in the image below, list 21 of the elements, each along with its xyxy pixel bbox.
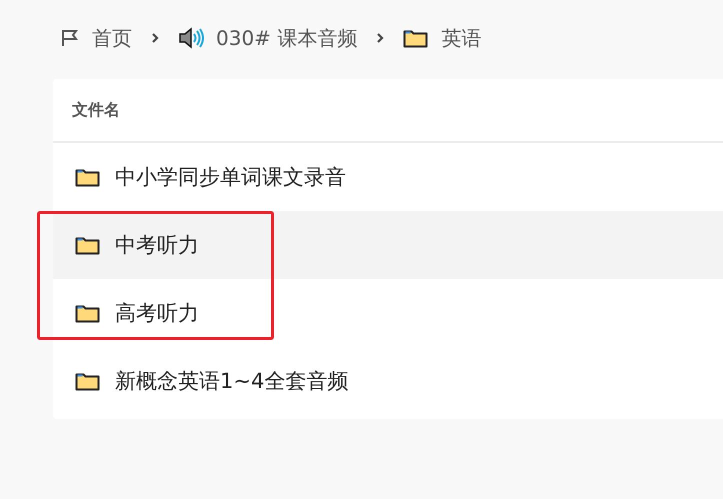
file-row[interactable]: 中考听力: [53, 211, 723, 279]
breadcrumb-link[interactable]: 首页: [92, 24, 132, 52]
folder-icon: [75, 167, 101, 187]
folder-icon: [75, 303, 101, 323]
speaker-icon: [178, 27, 204, 49]
file-name: 中考听力: [115, 232, 199, 259]
folder-icon: [403, 28, 430, 48]
flag-icon: [60, 28, 80, 48]
file-name: 高考听力: [115, 300, 199, 327]
breadcrumb-link[interactable]: 英语: [441, 24, 482, 52]
chevron-icon: [375, 32, 386, 44]
file-row[interactable]: 新概念英语1~4全套音频: [53, 347, 723, 415]
file-row[interactable]: 高考听力: [53, 279, 723, 347]
folder-icon: [75, 371, 101, 391]
file-name: 新概念英语1~4全套音频: [115, 368, 348, 395]
file-name: 中小学同步单词课文录音: [115, 164, 346, 191]
column-header: 文件名: [72, 100, 120, 120]
folder-icon: [75, 235, 101, 255]
chevron-icon: [150, 32, 160, 44]
breadcrumb-link[interactable]: 030# 课本音频: [216, 24, 358, 52]
file-row[interactable]: 中小学同步单词课文录音: [53, 143, 723, 211]
